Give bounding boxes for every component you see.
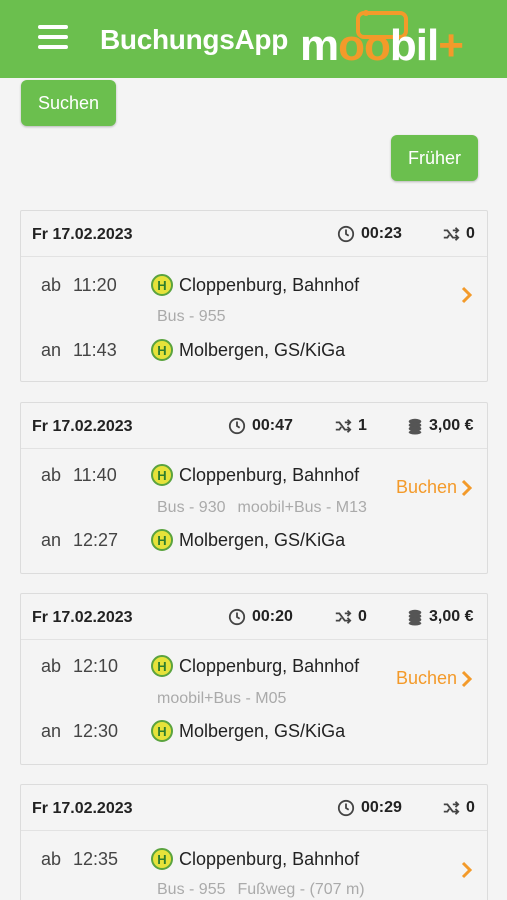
svg-text:H: H bbox=[157, 724, 166, 739]
bus-stop-icon: H bbox=[151, 655, 173, 677]
shuffle-icon bbox=[443, 227, 460, 241]
bus-stop-icon: H bbox=[151, 720, 173, 742]
arrival-row: an 12:30 H Molbergen, GS/KiGa bbox=[41, 720, 346, 742]
trip-details-button[interactable] bbox=[461, 861, 473, 879]
trip-card[interactable]: Fr 17.02.2023 00:47 1 3,00 € ab 11:40 H … bbox=[20, 402, 488, 574]
arrival-time: 12:27 bbox=[73, 530, 119, 550]
shuffle-icon bbox=[443, 801, 460, 815]
departure-stop: Cloppenburg, Bahnhof bbox=[179, 849, 360, 869]
svg-text:H: H bbox=[157, 659, 166, 674]
line-info: Bus - 955 bbox=[157, 308, 226, 325]
bus-stop-icon: H bbox=[151, 464, 173, 486]
search-button[interactable]: Suchen bbox=[21, 80, 116, 126]
clock-icon bbox=[228, 417, 246, 435]
app-header: BuchungsApp moobil+ bbox=[0, 0, 507, 78]
svg-text:H: H bbox=[157, 533, 166, 548]
trip-duration: 00:20 bbox=[228, 608, 293, 626]
trip-duration: 00:47 bbox=[228, 417, 293, 435]
trip-changes: 0 bbox=[442, 225, 475, 243]
coins-icon bbox=[408, 609, 422, 626]
app-title: BuchungsApp bbox=[100, 24, 289, 55]
clock-icon bbox=[228, 608, 246, 626]
coins-icon bbox=[408, 418, 422, 435]
trip-header: Fr 17.02.2023 00:20 0 3,00 € bbox=[21, 594, 487, 640]
arrival-time: 11:43 bbox=[73, 340, 117, 360]
departure-row: ab 11:20 H Cloppenburg, Bahnhof bbox=[41, 274, 360, 296]
bus-stop-icon: H bbox=[151, 848, 173, 870]
shuffle-icon bbox=[335, 610, 352, 624]
arrival-stop: Molbergen, GS/KiGa bbox=[179, 340, 346, 360]
line-info: Bus - 955 Fußweg - (707 m) bbox=[157, 881, 365, 898]
trip-header: Fr 17.02.2023 00:47 1 3,00 € bbox=[21, 403, 487, 449]
trip-duration: 00:29 bbox=[337, 799, 402, 817]
line-info: Bus - 930 moobil+Bus - M13 bbox=[157, 499, 367, 516]
svg-text:H: H bbox=[157, 852, 166, 867]
clock-icon bbox=[337, 799, 355, 817]
trip-date: Fr 17.02.2023 bbox=[32, 800, 133, 817]
departure-row: ab 12:35 H Cloppenburg, Bahnhof bbox=[41, 848, 360, 870]
departure-time: 12:10 bbox=[73, 656, 119, 676]
svg-text:H: H bbox=[157, 468, 166, 483]
departure-stop: Cloppenburg, Bahnhof bbox=[179, 656, 360, 676]
arrival-stop: Molbergen, GS/KiGa bbox=[179, 721, 346, 741]
bus-stop-icon: H bbox=[151, 339, 173, 361]
chevron-right-icon bbox=[461, 286, 473, 304]
arrival-row: an 11:43 H Molbergen, GS/KiGa bbox=[41, 339, 346, 361]
departure-time: 12:35 bbox=[73, 849, 119, 869]
shuffle-icon bbox=[335, 419, 352, 433]
chevron-right-icon bbox=[461, 861, 473, 879]
bus-stop-icon: H bbox=[151, 274, 173, 296]
line-info: moobil+Bus - M05 bbox=[157, 690, 287, 707]
chevron-right-icon bbox=[461, 479, 473, 496]
hamburger-menu-icon[interactable] bbox=[38, 25, 68, 51]
trip-details-button[interactable] bbox=[461, 286, 473, 304]
svg-text:H: H bbox=[157, 343, 166, 358]
arrival-row: an 12:27 H Molbergen, GS/KiGa bbox=[41, 529, 346, 551]
trip-card[interactable]: Fr 17.02.2023 00:23 0 ab 11:20 H Cloppen… bbox=[20, 210, 488, 382]
trip-changes: 0 bbox=[442, 799, 475, 817]
chevron-right-icon bbox=[461, 670, 473, 687]
departure-time: 11:20 bbox=[73, 275, 117, 295]
trip-card[interactable]: Fr 17.02.2023 00:29 0 ab 12:35 H Cloppen… bbox=[20, 784, 488, 900]
trip-header: Fr 17.02.2023 00:29 0 bbox=[21, 785, 487, 831]
trip-price: 3,00 € bbox=[406, 608, 473, 626]
departure-stop: Cloppenburg, Bahnhof bbox=[179, 275, 360, 295]
trip-changes: 0 bbox=[334, 608, 367, 626]
departure-stop: Cloppenburg, Bahnhof bbox=[179, 465, 360, 485]
trip-date: Fr 17.02.2023 bbox=[32, 226, 133, 243]
arrival-stop: Molbergen, GS/KiGa bbox=[179, 530, 346, 550]
trip-changes: 1 bbox=[334, 417, 367, 435]
trip-header: Fr 17.02.2023 00:23 0 bbox=[21, 211, 487, 257]
trip-price: 3,00 € bbox=[406, 417, 473, 435]
trip-date: Fr 17.02.2023 bbox=[32, 609, 133, 626]
trip-date: Fr 17.02.2023 bbox=[32, 418, 133, 435]
departure-time: 11:40 bbox=[73, 465, 117, 485]
moobil-logo: moobil+ bbox=[300, 10, 495, 70]
arrival-time: 12:30 bbox=[73, 721, 119, 741]
svg-text:H: H bbox=[157, 278, 166, 293]
trip-duration: 00:23 bbox=[337, 225, 402, 243]
bus-stop-icon: H bbox=[151, 529, 173, 551]
book-button[interactable]: Buchen bbox=[396, 477, 473, 498]
trip-card[interactable]: Fr 17.02.2023 00:20 0 3,00 € ab 12:10 H … bbox=[20, 593, 488, 765]
clock-icon bbox=[337, 225, 355, 243]
earlier-button[interactable]: Früher bbox=[391, 135, 478, 181]
book-button[interactable]: Buchen bbox=[396, 668, 473, 689]
